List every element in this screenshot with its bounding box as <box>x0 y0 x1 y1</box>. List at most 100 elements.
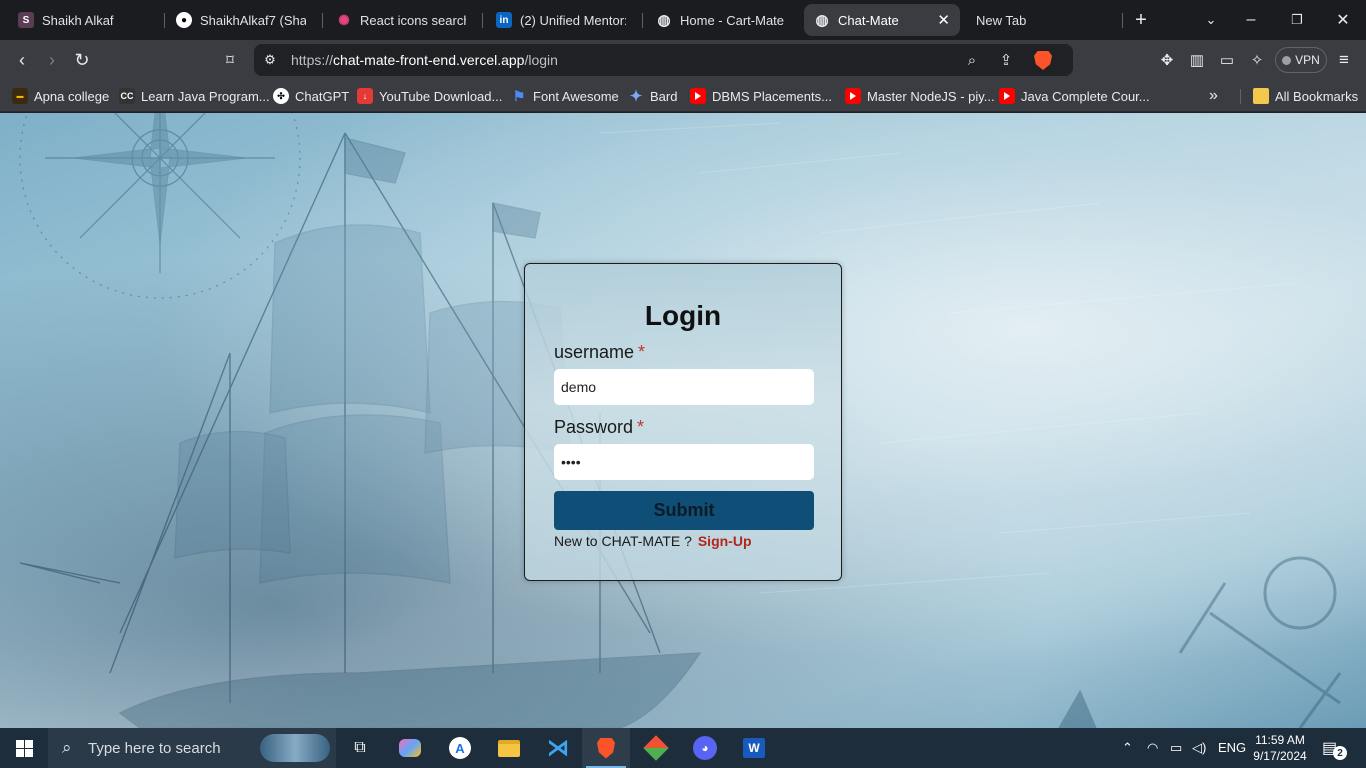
vpn-status-dot <box>1282 55 1292 65</box>
taskbar-search-box[interactable]: ⌕ Type here to search <box>48 728 336 768</box>
tab-title: New Tab <box>976 12 1027 28</box>
page-title: Login <box>644 300 722 331</box>
tab-title: ShaikhAlkaf7 (Shaikh <box>200 12 306 28</box>
bookmark-label: Font Awesome <box>533 88 619 104</box>
username-input[interactable] <box>554 369 814 405</box>
language-indicator[interactable]: ENG <box>1218 740 1246 755</box>
bookmark-apna-college[interactable]: ▬ Apna college <box>12 86 109 106</box>
bookmark-label: Bard <box>650 88 678 104</box>
tab-title: Chat-Mate <box>838 12 899 28</box>
bookmark-label: Master NodeJS - piy... <box>867 88 995 104</box>
tab-title: Shaikh Alkaf <box>42 12 114 28</box>
bookmark-chatgpt[interactable]: ✣ ChatGPT <box>273 86 349 106</box>
clock[interactable]: 11:59 AM 9/17/2024 <box>1250 732 1310 764</box>
globe-icon: ◍ <box>657 12 671 29</box>
git-icon[interactable] <box>632 728 680 768</box>
brave-shields-icon[interactable] <box>1034 51 1052 70</box>
forward-button[interactable]: › <box>40 48 64 72</box>
submit-button[interactable]: Submit <box>554 491 814 530</box>
vscode-icon[interactable]: ⋊ <box>534 728 582 768</box>
tab-title: (2) Unified Mentor: P <box>520 12 626 28</box>
tab-github[interactable]: ● ShaikhAlkaf7 (Shaikh <box>166 4 316 36</box>
task-view-icon[interactable]: ⧉ <box>336 728 384 768</box>
profile-icon: S <box>18 12 34 28</box>
notification-center-icon[interactable]: ▤ 2 <box>1322 738 1347 760</box>
page-viewport: Login username* Password* Submit New to … <box>0 113 1366 728</box>
all-bookmarks-button[interactable]: All Bookmarks <box>1253 86 1358 106</box>
apna-college-icon: ▬ <box>12 88 28 104</box>
close-tab-icon[interactable]: ✕ <box>937 11 950 29</box>
chevron-double-right-icon: » <box>1209 87 1218 104</box>
chevron-up-icon[interactable]: ⌃ <box>1122 740 1133 756</box>
browser-toolbar: ‹ › ↻ ⌑ ⚙ https://chat-mate-front-end.ve… <box>0 40 1366 80</box>
required-asterisk: * <box>638 342 646 362</box>
url-path: /login <box>524 52 558 68</box>
bookmarks-overflow-button[interactable]: » <box>1209 86 1218 106</box>
battery-icon[interactable]: ▭ <box>1170 740 1182 756</box>
file-explorer-icon[interactable] <box>485 728 533 768</box>
app-icon[interactable]: A <box>436 728 484 768</box>
vpn-button[interactable]: VPN <box>1275 47 1327 73</box>
reload-button[interactable]: ↻ <box>70 48 94 72</box>
volume-icon[interactable]: ◁) <box>1192 740 1206 756</box>
bookmark-icon[interactable]: ⌑ <box>218 48 242 72</box>
tab-react-icons[interactable]: ✺ React icons search re <box>326 4 476 36</box>
wifi-icon[interactable]: ◠ <box>1147 740 1158 756</box>
start-button[interactable] <box>0 728 48 768</box>
bookmark-bard[interactable]: ✦ Bard <box>628 86 678 106</box>
url-host: chat-mate-front-end.vercel.app <box>333 52 525 68</box>
bard-sparkle-icon: ✦ <box>629 88 643 105</box>
globe-icon: ◍ <box>815 12 829 29</box>
wallet-icon[interactable]: ▭ <box>1217 50 1237 70</box>
clock-time: 11:59 AM <box>1255 733 1305 747</box>
menu-icon[interactable]: ≡ <box>1334 50 1354 70</box>
site-settings-icon[interactable]: ⚙ <box>260 50 280 70</box>
bookmarks-bar: ▬ Apna college CC Learn Java Program... … <box>0 80 1366 112</box>
bookmark-dbms[interactable]: DBMS Placements... <box>690 86 832 106</box>
tab-strip: S Shaikh Alkaf ● ShaikhAlkaf7 (Shaikh ✺ … <box>0 0 1366 40</box>
tab-chat-mate[interactable]: ◍ Chat-Mate ✕ <box>804 4 960 36</box>
share-icon[interactable]: ⇪ <box>996 50 1016 70</box>
youtube-icon <box>999 88 1015 104</box>
brave-browser-icon[interactable] <box>582 728 630 768</box>
bookmark-label: Apna college <box>34 88 110 104</box>
linkedin-icon: in <box>496 12 512 28</box>
leo-ai-icon[interactable]: ✧ <box>1247 50 1267 70</box>
bookmark-youtube-downloader[interactable]: ↓ YouTube Download... <box>357 86 502 106</box>
notification-badge: 2 <box>1333 746 1347 760</box>
username-label: username * <box>554 342 645 363</box>
password-input[interactable] <box>554 444 814 480</box>
tab-separator <box>164 13 165 28</box>
close-window-button[interactable]: ✕ <box>1320 0 1366 40</box>
github-icon: ● <box>176 12 192 28</box>
word-icon[interactable]: W <box>730 728 778 768</box>
clock-date: 9/17/2024 <box>1253 749 1307 763</box>
tab-new-tab[interactable]: New Tab <box>966 4 1116 36</box>
windows-taskbar: ⌕ Type here to search ⧉ A ⋊ ◕ W ⌃ ◠ ▭ ◁)… <box>0 728 1366 768</box>
react-icon: ✺ <box>338 11 350 28</box>
restore-button[interactable]: ❐ <box>1274 0 1320 40</box>
new-tab-button[interactable]: + <box>1118 0 1164 40</box>
bookmark-label: Learn Java Program... <box>141 88 270 104</box>
back-button[interactable]: ‹ <box>10 48 34 72</box>
signup-link[interactable]: Sign-Up <box>698 533 752 549</box>
copilot-icon[interactable] <box>386 728 434 768</box>
all-bookmarks-label: All Bookmarks <box>1275 88 1359 104</box>
discord-icon[interactable]: ◕ <box>681 728 729 768</box>
bookmark-java-complete[interactable]: Java Complete Cour... <box>999 86 1150 106</box>
address-url[interactable]: https://chat-mate-front-end.vercel.app/l… <box>291 52 558 68</box>
bookmark-learn-java[interactable]: CC Learn Java Program... <box>119 86 270 106</box>
sidebar-icon[interactable]: ▥ <box>1187 50 1207 70</box>
bookmark-master-nodejs[interactable]: Master NodeJS - piy... <box>845 86 995 106</box>
tab-profile[interactable]: S Shaikh Alkaf <box>8 4 160 36</box>
extensions-icon[interactable]: ✥ <box>1157 50 1177 70</box>
tab-cart-mate[interactable]: ◍ Home - Cart-Mate <box>646 4 798 36</box>
url-scheme: https:// <box>291 52 334 68</box>
address-bar[interactable]: ⚙ https://chat-mate-front-end.vercel.app… <box>254 44 1073 76</box>
folder-icon <box>1253 88 1269 104</box>
tab-linkedin[interactable]: in (2) Unified Mentor: P <box>486 4 636 36</box>
tab-title: Home - Cart-Mate <box>680 12 785 28</box>
bookmark-font-awesome[interactable]: ⚑ Font Awesome <box>511 86 619 106</box>
zoom-icon[interactable]: ⌕ <box>962 50 982 70</box>
minimize-button[interactable]: – <box>1228 0 1274 40</box>
